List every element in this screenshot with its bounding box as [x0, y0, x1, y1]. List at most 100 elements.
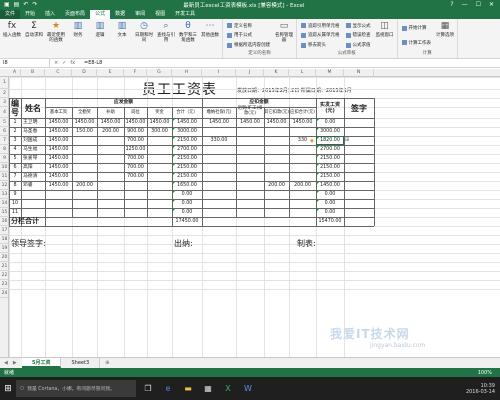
ribbon-tab-3[interactable]: 页面布局: [60, 10, 90, 19]
header-num[interactable]: 编号: [9, 98, 21, 118]
ribbon-button-more[interactable]: ⋯ 其他函数: [200, 20, 220, 51]
cell-base[interactable]: 1450.00: [45, 136, 72, 145]
ribbon-small-button-1[interactable]: 用于公式: [227, 32, 270, 38]
cell-num[interactable]: 3: [9, 136, 21, 145]
cell-attendance[interactable]: [236, 163, 264, 172]
row-header-22[interactable]: 22: [0, 271, 9, 280]
row-header-10[interactable]: 10: [0, 163, 9, 172]
row-header-9[interactable]: 9: [0, 154, 9, 163]
cell-position[interactable]: [124, 190, 147, 199]
ribbon-tab-6[interactable]: 审阅: [130, 10, 150, 19]
cell-bonus[interactable]: [72, 154, 97, 163]
enter-icon[interactable]: ✓: [62, 60, 66, 66]
ribbon-small-button-4[interactable]: 错误检查: [345, 32, 371, 38]
header-attendance[interactable]: 迟到(旷工)扣款(元): [236, 106, 264, 118]
row-header-21[interactable]: 21: [0, 262, 9, 271]
cells-area[interactable]: 员工工资表 发放日期：2015年2月12日 所属日期：2015年1月 编号 姓名应…: [9, 77, 500, 357]
cell-social[interactable]: [202, 181, 236, 190]
cell-position[interactable]: 1450.00: [124, 118, 147, 127]
cell-attendance[interactable]: [236, 136, 264, 145]
column-header-H[interactable]: H: [172, 69, 202, 77]
cell-base[interactable]: 1450.00: [45, 118, 72, 127]
cell-net[interactable]: 2150.00: [316, 154, 344, 163]
row-header-20[interactable]: 20: [0, 253, 9, 262]
ribbon-button-book[interactable]: ▥ 逻辑: [90, 20, 110, 51]
cell-reward[interactable]: [147, 145, 172, 154]
cell-total[interactable]: 0.00: [172, 199, 202, 208]
header-total[interactable]: 合计（元）: [172, 107, 202, 118]
cell-allowance[interactable]: [97, 199, 124, 208]
row-header-16[interactable]: 16: [0, 217, 9, 226]
cell-position[interactable]: 700.00: [124, 172, 147, 181]
cell-name[interactable]: [21, 190, 45, 199]
cell-base[interactable]: 1450.00: [45, 127, 72, 136]
cell-num[interactable]: 7: [9, 172, 21, 181]
ribbon-small-button-0[interactable]: 开始计算: [401, 25, 432, 31]
row-header-11[interactable]: 11: [0, 172, 9, 181]
ribbon-button-book[interactable]: ▥ 财务: [68, 20, 88, 51]
cell-base[interactable]: [45, 208, 72, 217]
cell-social[interactable]: 1450.00: [202, 118, 236, 127]
windows-start-icon[interactable]: ⊞: [0, 377, 16, 400]
cell-name[interactable]: [21, 199, 45, 208]
cell-bonus[interactable]: 150.00: [72, 127, 97, 136]
excel-taskbar-icon[interactable]: X: [222, 383, 234, 395]
cell-social[interactable]: [202, 145, 236, 154]
header-reward[interactable]: 奖金: [147, 107, 172, 118]
ribbon-tab-2[interactable]: 插入: [40, 10, 60, 19]
ribbon-small-button-3[interactable]: 显示公式: [345, 23, 371, 29]
ribbon-small-button-1[interactable]: 追踪从属单元格: [301, 32, 340, 38]
row-header-7[interactable]: 7: [0, 136, 9, 145]
cell-allowance[interactable]: [97, 172, 124, 181]
cell-allowance[interactable]: [97, 145, 124, 154]
subtotal-label[interactable]: 分栏合计: [9, 217, 72, 226]
row-header-8[interactable]: 8: [0, 145, 9, 154]
cell-bonus[interactable]: 200.00: [72, 181, 97, 190]
cell-name[interactable]: 王卫明: [21, 118, 45, 127]
ribbon-button-watch[interactable]: ◫ 监视窗口: [375, 20, 395, 51]
cell-attendance[interactable]: [236, 145, 264, 154]
cell-other[interactable]: [264, 145, 289, 154]
cell-base[interactable]: 1450.00: [45, 181, 72, 190]
cell-social[interactable]: [202, 154, 236, 163]
ribbon-small-button-5[interactable]: 公式求值: [345, 42, 371, 48]
cell-bonus[interactable]: 1450.00: [72, 118, 97, 127]
cell-bonus[interactable]: [72, 208, 97, 217]
cell-bonus[interactable]: [72, 145, 97, 154]
cell-deduct[interactable]: [289, 190, 316, 199]
column-header-N[interactable]: N: [344, 69, 374, 77]
footer-maker[interactable]: 制表:: [289, 235, 374, 253]
cell-allowance[interactable]: [97, 181, 124, 190]
cell-other[interactable]: [264, 199, 289, 208]
next-sheet-icon[interactable]: ▶: [13, 360, 17, 366]
cell-base[interactable]: 1450.00: [45, 163, 72, 172]
row-header-19[interactable]: 19: [0, 244, 9, 253]
edge-browser-icon[interactable]: e: [162, 383, 174, 395]
cell-base[interactable]: [45, 199, 72, 208]
ribbon-tab-1[interactable]: 开始: [20, 10, 40, 19]
cell-num[interactable]: 10: [9, 199, 21, 208]
row-header-14[interactable]: 14: [0, 199, 9, 208]
warning-icon[interactable]: ◆: [310, 138, 314, 144]
cell-bonus[interactable]: [72, 190, 97, 199]
cell-reward[interactable]: 300.00: [147, 127, 172, 136]
sheet-tab-may-salary[interactable]: 5月工资: [22, 358, 62, 368]
cell-name[interactable]: [21, 208, 45, 217]
cell-total[interactable]: 0.00: [172, 208, 202, 217]
ribbon-small-button-0[interactable]: 追踪引用单元格: [301, 23, 340, 29]
ribbon-button-clock[interactable]: ◷ 日期和时间: [134, 20, 154, 51]
cell-other[interactable]: [264, 172, 289, 181]
cell-name[interactable]: 马生福: [21, 145, 45, 154]
header-position[interactable]: 岗位: [124, 107, 147, 118]
cell-name[interactable]: 马圣春: [21, 127, 45, 136]
cell-attendance[interactable]: [236, 199, 264, 208]
cell-position[interactable]: 700.00: [124, 154, 147, 163]
file-explorer-icon[interactable]: ▬: [182, 383, 194, 395]
footer-cashier[interactable]: 出纳:: [172, 235, 264, 253]
cell-deduct[interactable]: 200.00: [289, 181, 316, 190]
ribbon-small-button-2[interactable]: 根据所选内容创建: [227, 42, 270, 48]
cell-net[interactable]: 1450.00: [316, 181, 344, 190]
column-header-D[interactable]: D: [72, 69, 97, 77]
cell-social[interactable]: [202, 208, 236, 217]
cell-attendance[interactable]: [236, 181, 264, 190]
